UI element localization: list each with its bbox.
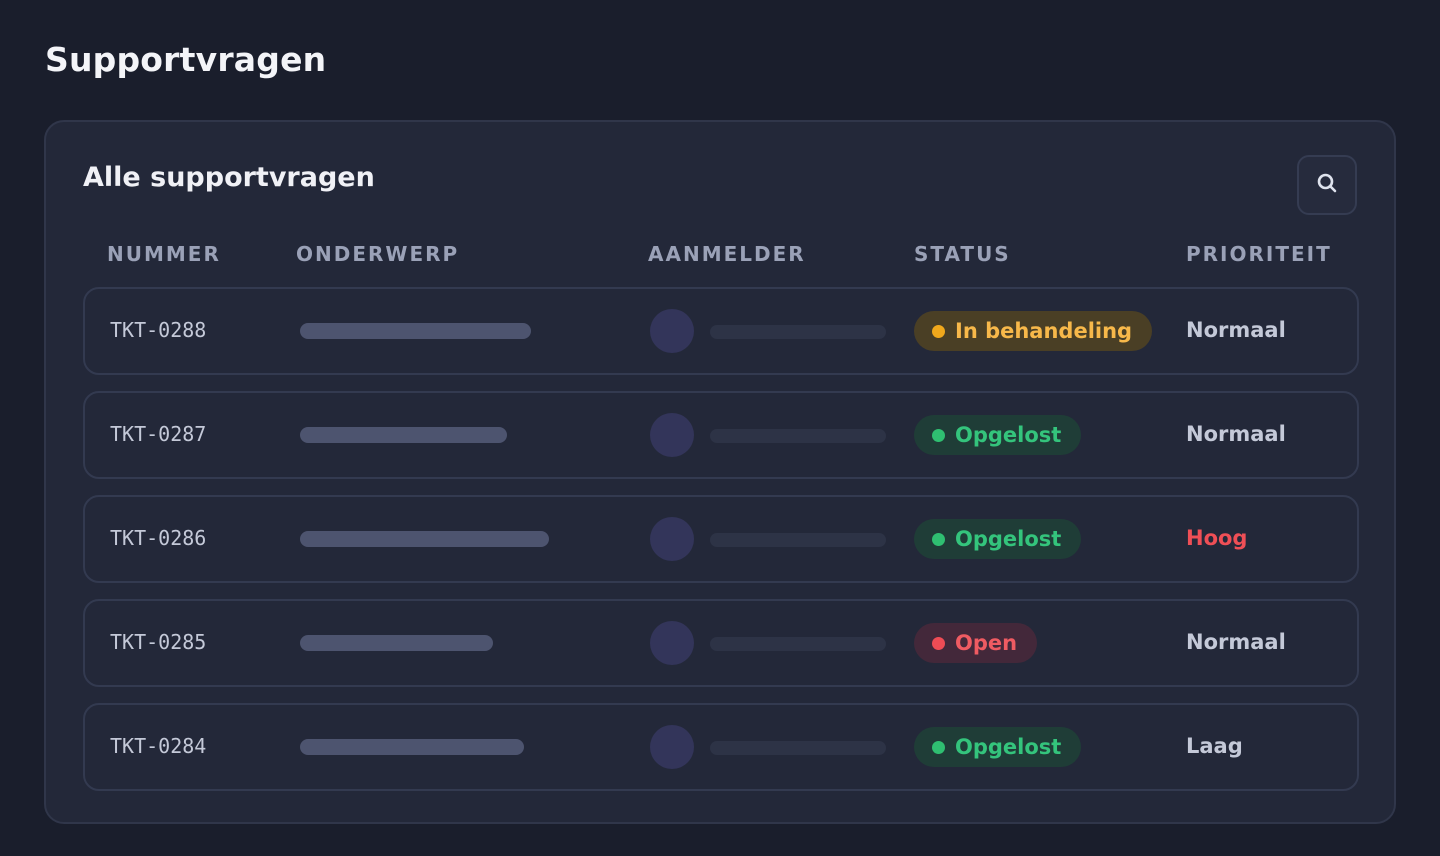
- priority-label: Normaal: [1186, 422, 1286, 446]
- page-title: Supportvragen: [45, 40, 327, 79]
- status-label: Opgelost: [955, 527, 1062, 551]
- status-label: In behandeling: [955, 319, 1133, 343]
- status-badge: Open: [914, 623, 1038, 663]
- subject-placeholder: [300, 635, 493, 651]
- subject-placeholder: [300, 427, 507, 443]
- priority-label: Normaal: [1186, 630, 1286, 654]
- status-badge: Opgelost: [914, 727, 1082, 767]
- reporter-name-placeholder: [710, 741, 886, 755]
- status-label: Opgelost: [955, 423, 1062, 447]
- subject-placeholder: [300, 739, 524, 755]
- search-button[interactable]: [1297, 155, 1357, 215]
- ticket-row[interactable]: TKT-0286 Opgelost Hoog: [83, 495, 1359, 583]
- ticket-row[interactable]: TKT-0285 Open Normaal: [83, 599, 1359, 687]
- priority-label: Hoog: [1186, 526, 1248, 550]
- column-header-reporter: AANMELDER: [648, 242, 806, 266]
- subject-placeholder: [300, 531, 549, 547]
- status-dot-icon: [932, 324, 945, 338]
- ticket-number: TKT-0288: [110, 318, 207, 342]
- reporter-name-placeholder: [710, 533, 886, 547]
- column-header-subject: ONDERWERP: [296, 242, 460, 266]
- ticket-number: TKT-0286: [110, 526, 207, 550]
- status-dot-icon: [932, 740, 945, 754]
- card-title: Alle supportvragen: [83, 162, 375, 193]
- priority-label: Laag: [1186, 734, 1243, 758]
- avatar: [650, 309, 694, 353]
- status-dot-icon: [932, 636, 945, 650]
- status-badge: Opgelost: [914, 519, 1082, 559]
- avatar: [650, 725, 694, 769]
- column-header-number: NUMMER: [107, 242, 221, 266]
- search-icon: [1315, 171, 1339, 199]
- reporter-name-placeholder: [710, 637, 886, 651]
- priority-label: Normaal: [1186, 318, 1286, 342]
- tickets-card: Alle supportvragen NUMMER ONDERWERP AANM…: [44, 120, 1396, 824]
- status-label: Open: [955, 631, 1018, 655]
- reporter-name-placeholder: [710, 325, 886, 339]
- ticket-row[interactable]: TKT-0284 Opgelost Laag: [83, 703, 1359, 791]
- status-dot-icon: [932, 532, 945, 546]
- ticket-row[interactable]: TKT-0287 Opgelost Normaal: [83, 391, 1359, 479]
- subject-placeholder: [300, 323, 531, 339]
- ticket-number: TKT-0285: [110, 630, 207, 654]
- ticket-number: TKT-0284: [110, 734, 207, 758]
- ticket-list: TKT-0288 In behandeling Normaal TKT-0287 Opg…: [83, 287, 1359, 807]
- ticket-row[interactable]: TKT-0288 In behandeling Normaal: [83, 287, 1359, 375]
- reporter-name-placeholder: [710, 429, 886, 443]
- status-badge: In behandeling: [914, 311, 1153, 351]
- ticket-number: TKT-0287: [110, 422, 207, 446]
- avatar: [650, 621, 694, 665]
- column-header-priority: PRIORITEIT: [1186, 242, 1332, 266]
- avatar: [650, 517, 694, 561]
- avatar: [650, 413, 694, 457]
- column-header-status: STATUS: [914, 242, 1011, 266]
- status-dot-icon: [932, 428, 945, 442]
- status-badge: Opgelost: [914, 415, 1082, 455]
- status-label: Opgelost: [955, 735, 1062, 759]
